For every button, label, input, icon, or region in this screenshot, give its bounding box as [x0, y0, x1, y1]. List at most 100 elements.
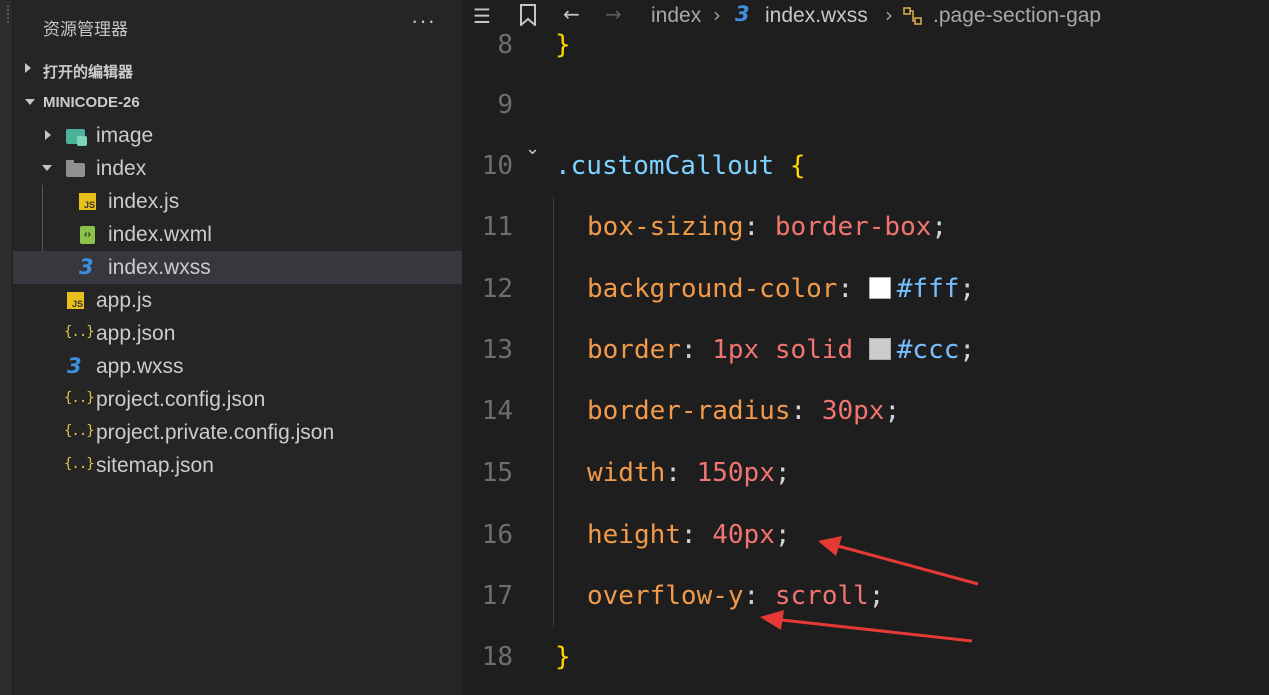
code-line-18: } [555, 642, 571, 672]
code-line-15: width: 150px; [587, 458, 791, 488]
tree-item-label: image [96, 124, 154, 147]
tree-item-label: index.wxml [108, 223, 212, 246]
tree-item-label: sitemap.json [96, 454, 214, 477]
list-icon[interactable]: ☰ [473, 4, 491, 28]
line-number: 11 [481, 212, 513, 242]
symbol-class-icon [903, 6, 923, 31]
tree-item-sitemap[interactable]: {..} sitemap.json [13, 449, 462, 482]
color-swatch[interactable] [868, 338, 891, 360]
tree-item-label: app.wxss [96, 355, 184, 378]
chevron-right-icon [25, 63, 31, 73]
tree-item-index-folder[interactable]: index [13, 152, 462, 185]
code-line-11: box-sizing: border-box; [587, 212, 948, 242]
line-number: 9 [497, 90, 513, 120]
breadcrumb-file[interactable]: index.wxss [765, 4, 868, 28]
css-value: border-box [774, 212, 932, 242]
tree-item-label: project.private.config.json [96, 421, 335, 444]
css-hex-value: #ccc [896, 335, 960, 365]
chevron-right-icon: › [885, 3, 893, 27]
chevron-right-icon [45, 130, 51, 140]
code-line-10: .customCallout { [555, 151, 805, 181]
tree-item-label: app.js [96, 289, 153, 312]
line-number: 12 [481, 274, 513, 304]
css-value: 1px solid [712, 335, 854, 365]
css-property: background-color [587, 274, 838, 304]
breadcrumb-folder[interactable]: index [651, 4, 701, 28]
indent-guide [553, 197, 554, 627]
css-file-icon: 3 [79, 255, 94, 279]
bookmark-icon[interactable] [519, 4, 537, 31]
json-file-icon: {..} [64, 324, 95, 340]
css-file-icon: 3 [735, 2, 750, 26]
code-line-12: background-color: #fff; [587, 274, 976, 304]
explorer-title: 资源管理器 [43, 20, 128, 39]
json-file-icon: {..} [64, 423, 95, 439]
more-actions-icon[interactable]: ··· [411, 8, 436, 34]
tree-item-label: index.wxss [108, 256, 211, 279]
tree-item-label: project.config.json [96, 388, 266, 411]
project-label: MINICODE-26 [43, 94, 140, 111]
css-property: box-sizing [587, 212, 744, 242]
explorer-sidebar: 资源管理器 ··· 打开的编辑器 MINICODE-26 image index… [13, 0, 462, 695]
code-line-16: height: 40px; [587, 520, 791, 550]
tree-item-label: app.json [96, 322, 176, 345]
tree-item-project-config[interactable]: {..} project.config.json [13, 383, 462, 416]
css-value: 30px [821, 396, 885, 426]
css-value: 40px [712, 520, 775, 550]
open-brace: { [789, 151, 806, 181]
css-file-icon: 3 [67, 354, 82, 378]
chevron-down-icon [42, 165, 52, 171]
css-property: border [587, 335, 681, 365]
css-property: height [587, 520, 681, 550]
tree-item-app-json[interactable]: {..} app.json [13, 317, 462, 350]
tree-item-index-wxss[interactable]: 3 index.wxss [13, 251, 462, 284]
line-number: 16 [481, 520, 513, 550]
json-file-icon: {..} [64, 456, 95, 472]
line-number: 15 [481, 458, 513, 488]
line-number: 18 [481, 642, 513, 672]
project-section[interactable]: MINICODE-26 [13, 86, 462, 118]
back-arrow-icon[interactable]: ← [563, 2, 580, 26]
line-number: 14 [481, 396, 513, 426]
wxml-file-icon: ‹› [80, 226, 95, 244]
tree-item-label: index.js [108, 190, 180, 213]
css-hex-value: #fff [896, 274, 960, 304]
js-file-icon: JS [67, 292, 84, 309]
line-number: 13 [481, 335, 513, 365]
color-swatch[interactable] [868, 277, 891, 299]
code-editor[interactable]: ⌄ 8 } 9 10 .customCallout { 11 box-sizin… [463, 30, 1269, 695]
css-property: overflow-y [587, 581, 744, 611]
css-property: border-radius [587, 396, 791, 426]
js-file-icon: JS [79, 193, 96, 210]
tree-item-app-js[interactable]: JS app.js [13, 284, 462, 317]
tree-item-project-private-config[interactable]: {..} project.private.config.json [13, 416, 462, 449]
open-editors-label: 打开的编辑器 [43, 64, 134, 81]
forward-arrow-icon[interactable]: → [605, 2, 622, 26]
chevron-right-icon: › [713, 3, 721, 27]
breadcrumb-symbol[interactable]: .page-section-gap [933, 4, 1101, 28]
tree-item-app-wxss[interactable]: 3 app.wxss [13, 350, 462, 383]
explorer-header: 资源管理器 ··· [13, 0, 462, 52]
folder-icon [66, 160, 85, 177]
line-number: 8 [497, 30, 513, 60]
code-line-17: overflow-y: scroll; [587, 581, 885, 611]
activity-bar: ⋮ ⋮ [0, 0, 14, 695]
tree-item-index-wxml[interactable]: ‹› index.wxml [13, 218, 462, 251]
code-line-14: border-radius: 30px; [587, 396, 901, 426]
tree-item-label: index [96, 157, 147, 180]
tree-item-index-js[interactable]: JS index.js [13, 185, 462, 218]
code-line-8: } [555, 30, 571, 60]
chevron-down-icon [25, 99, 35, 105]
line-number: 17 [481, 581, 513, 611]
line-number: 10 [481, 151, 513, 181]
open-editors-section[interactable]: 打开的编辑器 [13, 53, 462, 85]
fold-chevron-icon[interactable]: ⌄ [525, 138, 540, 159]
code-line-13: border: 1px solid #ccc; [587, 335, 976, 365]
css-property: width [587, 458, 666, 488]
css-value: 150px [696, 458, 775, 488]
css-selector: .customCallout [555, 151, 775, 181]
css-value: scroll [774, 581, 869, 611]
image-folder-icon [66, 129, 87, 146]
tree-item-image[interactable]: image [13, 119, 462, 152]
json-file-icon: {..} [64, 390, 95, 406]
